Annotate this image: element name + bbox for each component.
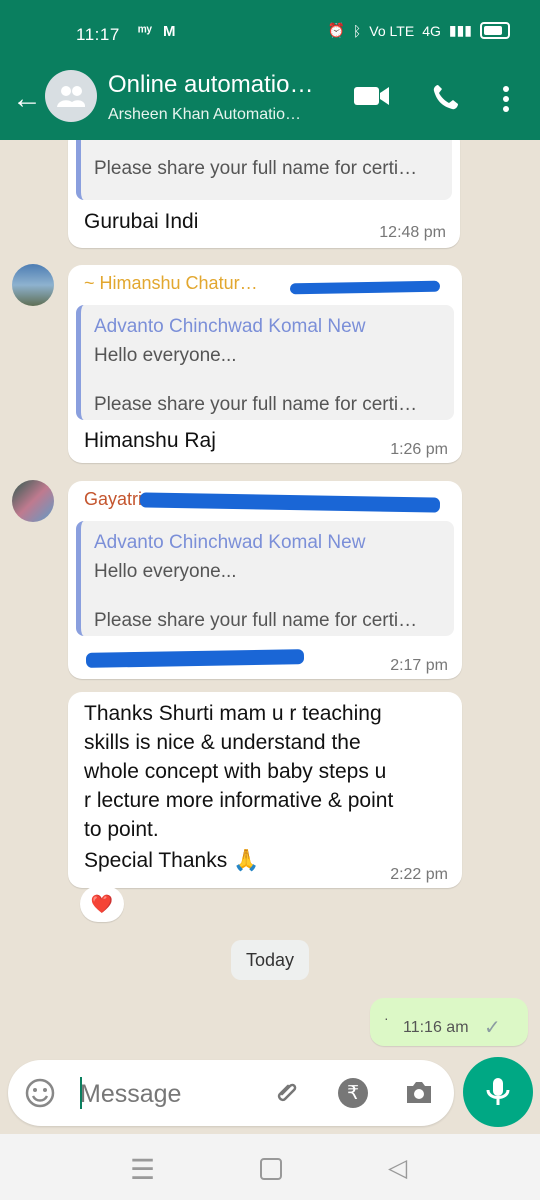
message-thanks[interactable]: Thanks Shurti mam u r teaching skills is…	[68, 692, 462, 888]
quoted-text: Please share your full name for certi…	[94, 158, 418, 179]
message-composer[interactable]: Message ₹	[8, 1060, 454, 1126]
quoted-message[interactable]: Advanto Chinchwad Komal New Hello everyo…	[76, 521, 454, 636]
status-bar: 11:17 ᵐʸ M ⏰ ᛒ Vo LTE 4G ▮▮▮	[0, 0, 540, 70]
redacted-message-scribble	[85, 649, 305, 668]
volte-icon: Vo LTE	[369, 22, 415, 39]
redacted-scribble	[139, 492, 441, 513]
redacted-scribble	[289, 280, 441, 295]
read-check-icon: ✓	[484, 1017, 501, 1039]
battery-icon	[480, 22, 510, 39]
message-line: whole concept with baby steps u	[84, 760, 387, 783]
chat-subtitle[interactable]: Arsheen Khan Automatio…	[108, 106, 301, 124]
signal-icon: ▮▮▮	[448, 22, 472, 38]
video-call-icon[interactable]	[353, 82, 390, 110]
back-arrow-icon[interactable]: ←	[12, 82, 42, 116]
back-icon[interactable]: ◁	[388, 1153, 407, 1183]
sender-avatar-gayatri[interactable]	[12, 480, 54, 522]
message-line: to point.	[84, 818, 159, 841]
sender-name[interactable]: ~ Himanshu Chatur…	[84, 273, 258, 294]
quoted-message[interactable]: Please share your full name for certi…	[76, 140, 452, 200]
mic-icon	[486, 1078, 510, 1105]
camera-icon[interactable]	[403, 1078, 435, 1108]
message-line: r lecture more informative & point	[84, 789, 394, 812]
voice-record-button[interactable]	[463, 1057, 533, 1127]
quoted-text: Hello everyone...	[94, 345, 237, 366]
status-time: 11:17	[76, 25, 120, 44]
heart-icon: ❤️	[90, 893, 114, 914]
more-options-icon[interactable]	[500, 84, 512, 114]
voice-call-icon[interactable]	[430, 82, 460, 112]
network-type: 4G	[422, 22, 441, 39]
quoted-text: Please share your full name for certi…	[94, 394, 418, 415]
notification-icon: ᵐʸ	[138, 23, 152, 40]
outgoing-dot: ·	[384, 1010, 389, 1026]
message-line: skills is nice & understand the	[84, 731, 361, 754]
message-input[interactable]: Message	[80, 1080, 181, 1109]
attachment-icon[interactable]	[272, 1077, 304, 1109]
home-icon[interactable]	[260, 1158, 282, 1180]
status-right-icons: ⏰ ᛒ Vo LTE 4G ▮▮▮	[327, 22, 510, 39]
group-icon	[57, 86, 86, 107]
sender-avatar-himanshu[interactable]	[12, 264, 54, 306]
date-divider: Today	[231, 940, 309, 980]
menu-icon[interactable]: ☰	[130, 1153, 155, 1186]
message-text: Himanshu Raj	[84, 429, 216, 452]
reaction-badge[interactable]: ❤️	[80, 886, 124, 922]
message-time: 2:22 pm	[390, 866, 448, 883]
system-navigation-bar: ☰ ◁	[0, 1134, 540, 1200]
message-text: Gurubai Indi	[84, 210, 199, 233]
quoted-text: Please share your full name for certi…	[94, 610, 418, 631]
message-himanshu[interactable]: ~ Himanshu Chatur… Advanto Chinchwad Kom…	[68, 265, 462, 463]
quoted-author: Advanto Chinchwad Komal New	[94, 532, 366, 553]
message-gurubai[interactable]: Please share your full name for certi… G…	[68, 140, 460, 248]
quoted-author: Advanto Chinchwad Komal New	[94, 316, 366, 337]
outgoing-message[interactable]: · 11:16 am ✓	[370, 998, 528, 1046]
emoji-icon[interactable]	[24, 1077, 56, 1109]
chat-header: ← Online automatio… Arsheen Khan Automat…	[0, 70, 540, 140]
quoted-message[interactable]: Advanto Chinchwad Komal New Hello everyo…	[76, 305, 454, 420]
group-avatar[interactable]	[45, 70, 97, 122]
mail-icon: M	[163, 23, 176, 40]
chat-title[interactable]: Online automatio…	[108, 71, 313, 99]
bluetooth-icon: ᛒ	[352, 22, 362, 39]
sender-name[interactable]: Gayatri	[84, 489, 142, 510]
message-line: Thanks Shurti mam u r teaching	[84, 702, 382, 725]
quoted-text: Hello everyone...	[94, 561, 237, 582]
payment-icon[interactable]: ₹	[338, 1078, 368, 1108]
message-time: 12:48 pm	[379, 224, 446, 241]
outgoing-time: 11:16 am	[403, 1019, 469, 1036]
message-special: Special Thanks 🙏	[84, 849, 260, 872]
message-gayatri[interactable]: Gayatri Advanto Chinchwad Komal New Hell…	[68, 481, 462, 679]
message-list[interactable]: Please share your full name for certi… G…	[0, 140, 540, 1054]
message-time: 1:26 pm	[390, 441, 448, 458]
alarm-icon: ⏰	[327, 22, 345, 38]
message-time: 2:17 pm	[390, 657, 448, 674]
